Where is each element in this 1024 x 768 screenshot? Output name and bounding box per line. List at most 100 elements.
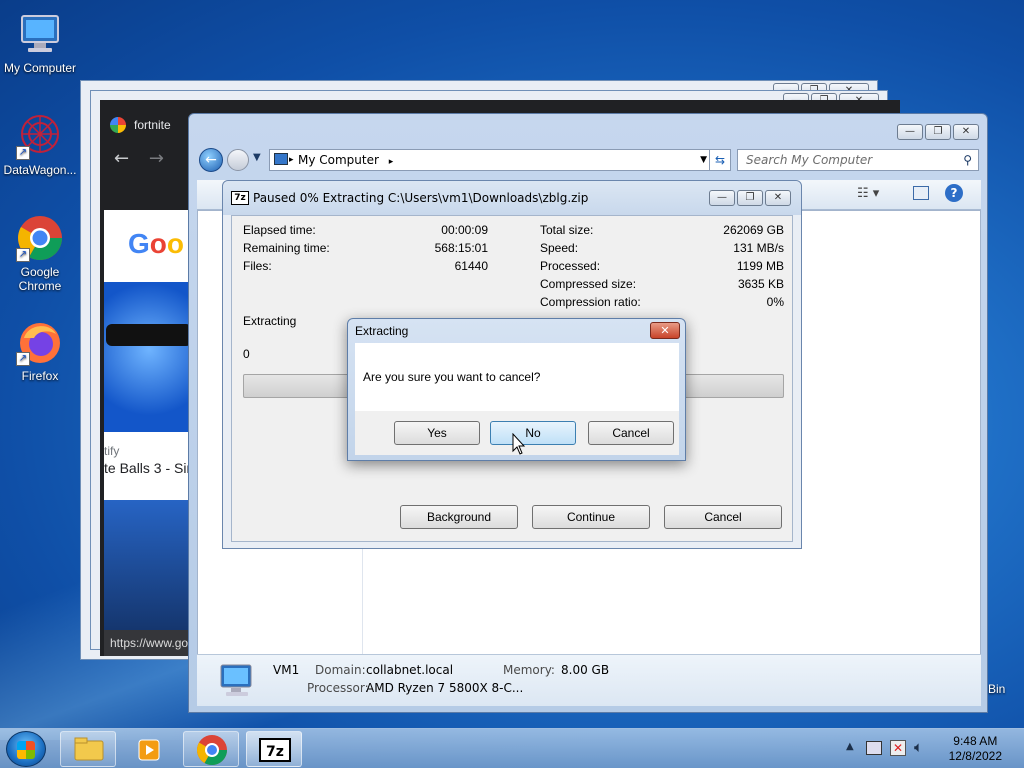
stat-value: 262069 GB — [723, 223, 784, 237]
yes-button[interactable]: Yes — [394, 421, 480, 445]
stat-value: 568:15:01 — [434, 241, 488, 255]
stat-label: Files: — [243, 259, 272, 273]
show-hidden-icons-icon[interactable]: ▲ — [846, 741, 854, 752]
stat-value: 3635 KB — [737, 277, 784, 291]
desktop-icon-label: DataWagon... — [3, 163, 77, 177]
desktop-icon-google-chrome[interactable]: ↗ Google Chrome — [0, 214, 80, 293]
google-icon — [110, 117, 126, 133]
forward-arrow-icon[interactable] — [227, 149, 249, 171]
minimize-icon[interactable]: — — [709, 190, 735, 206]
processed-row: Processed: 1199 MB — [540, 259, 784, 273]
forward-arrow-icon[interactable]: → — [149, 148, 164, 169]
maximize-icon[interactable]: ❐ — [737, 190, 763, 206]
start-button[interactable] — [6, 731, 46, 767]
close-icon[interactable]: ✕ — [765, 190, 791, 206]
preview-pane-icon[interactable] — [913, 186, 929, 200]
7zip-icon: 7z — [231, 191, 249, 205]
memory-label: Memory: — [503, 663, 555, 677]
compressed-size-row: Compressed size: 3635 KB — [540, 277, 784, 291]
desktop-icon-my-computer[interactable]: My Computer — [0, 10, 80, 75]
continue-button[interactable]: Continue — [532, 505, 650, 529]
google-doodle-logo: Goo — [128, 228, 184, 259]
folder-icon — [74, 737, 104, 761]
search-icon[interactable]: ⚲ — [963, 150, 972, 170]
datawagon-icon: ↗ — [16, 112, 64, 160]
svg-text:7z: 7z — [266, 744, 284, 760]
compression-ratio-row: Compression ratio: 0% — [540, 295, 784, 309]
memory-value: 8.00 GB — [561, 663, 610, 677]
processor-value: AMD Ryzen 7 5800X 8-C... — [366, 681, 524, 695]
firefox-icon: ↗ — [16, 318, 64, 366]
chrome-nav: ← → — [114, 148, 164, 169]
stat-value: 131 MB/s — [733, 241, 784, 255]
caption-buttons: — ❐ ✕ — [897, 124, 979, 140]
minimize-icon[interactable]: — — [897, 124, 923, 140]
desktop-icon-label: My Computer — [3, 61, 77, 75]
desktop-icon-firefox[interactable]: ↗ Firefox — [0, 318, 80, 383]
mouse-cursor-icon — [512, 433, 526, 455]
thumbnail-image — [104, 500, 194, 630]
stat-label: Remaining time: — [243, 241, 330, 255]
stat-label: Total size: — [540, 223, 594, 237]
taskbar-chrome[interactable] — [183, 731, 239, 767]
stat-value: 00:00:09 — [441, 223, 488, 237]
taskbar-7zip[interactable]: 7z — [246, 731, 302, 767]
taskbar-media-player[interactable] — [122, 731, 174, 767]
zip-current-count: 0 — [243, 347, 250, 361]
computer-icon — [217, 663, 257, 699]
details-pane: VM1 Domain: collabnet.local Memory: 8.00… — [197, 654, 981, 706]
volume-icon[interactable]: 🔈︎ — [914, 738, 923, 756]
background-button[interactable]: Background — [400, 505, 518, 529]
chrome-status-url: https://www.go — [104, 630, 200, 656]
clock-time: 9:48 AM — [953, 734, 998, 748]
search-input[interactable]: Search My Computer ⚲ — [737, 149, 979, 171]
history-dropdown-icon[interactable]: ▼ — [253, 152, 261, 163]
no-button[interactable]: No — [490, 421, 576, 445]
7zip-icon: 7z — [259, 738, 291, 762]
view-options-icon[interactable]: ☷ ▾ — [857, 186, 879, 201]
total-size-row: Total size: 262069 GB — [540, 223, 784, 237]
close-icon[interactable]: ✕ — [953, 124, 979, 140]
clock-date: 12/8/2022 — [948, 749, 1002, 763]
emoji-image — [104, 282, 194, 432]
taskbar-explorer[interactable] — [60, 731, 116, 767]
page-snippet-source: tify — [104, 444, 120, 458]
sunglasses-icon — [106, 324, 192, 346]
dialog-cancel-button[interactable]: Cancel — [588, 421, 674, 445]
domain-label: Domain: — [315, 663, 366, 677]
network-error-icon[interactable]: ✕ — [890, 740, 906, 756]
clock[interactable]: 9:48 AM 12/8/2022 — [949, 734, 1002, 764]
stat-label: Processed: — [540, 259, 601, 273]
chrome-tab-title: fortnite — [134, 118, 171, 132]
zip-status: Extracting — [243, 314, 297, 328]
processor-label: Processor: — [307, 681, 369, 695]
remaining-time-row: Remaining time: 568:15:01 — [243, 241, 488, 255]
chrome-icon — [196, 735, 227, 766]
caption-buttons: — ❐ ✕ — [709, 190, 791, 206]
recycle-bin-label[interactable]: Bin — [988, 682, 1005, 696]
desktop-icon-label: Google Chrome — [18, 265, 62, 293]
speed-row: Speed: 131 MB/s — [540, 241, 784, 255]
computer-icon — [16, 10, 64, 58]
maximize-icon[interactable]: ❐ — [925, 124, 951, 140]
system-tray: ▲ ✕ 🔈︎ 9:48 AM 12/8/2022 — [824, 729, 1024, 768]
address-bar[interactable]: ▸ My Computer ▸ ▼ — [269, 149, 714, 171]
breadcrumb-arrow-icon[interactable]: ▸ — [389, 157, 394, 167]
action-center-icon[interactable] — [866, 741, 882, 755]
stat-value: 1199 MB — [736, 259, 784, 273]
chrome-icon: ↗ — [16, 214, 64, 262]
back-arrow-icon[interactable]: ← — [114, 148, 129, 169]
taskbar: 7z ▲ ✕ 🔈︎ 9:48 AM 12/8/2022 — [0, 728, 1024, 768]
dialog-title: Extracting — [355, 324, 409, 338]
breadcrumb-arrow-icon[interactable]: ▸ — [289, 150, 294, 170]
help-icon[interactable]: ? — [945, 184, 963, 202]
stat-value: 0% — [766, 295, 784, 309]
back-arrow-icon[interactable]: ← — [199, 148, 223, 172]
refresh-icon[interactable]: ⇆ — [709, 149, 731, 171]
page-snippet-title[interactable]: te Balls 3 - Sin — [104, 460, 194, 476]
desktop-icon-datawagon[interactable]: ↗ DataWagon... — [0, 112, 80, 177]
address-dropdown-icon[interactable]: ▼ — [700, 150, 707, 170]
close-icon[interactable]: ✕ — [650, 322, 680, 339]
computer-icon — [274, 153, 288, 165]
zip-cancel-button[interactable]: Cancel — [664, 505, 782, 529]
